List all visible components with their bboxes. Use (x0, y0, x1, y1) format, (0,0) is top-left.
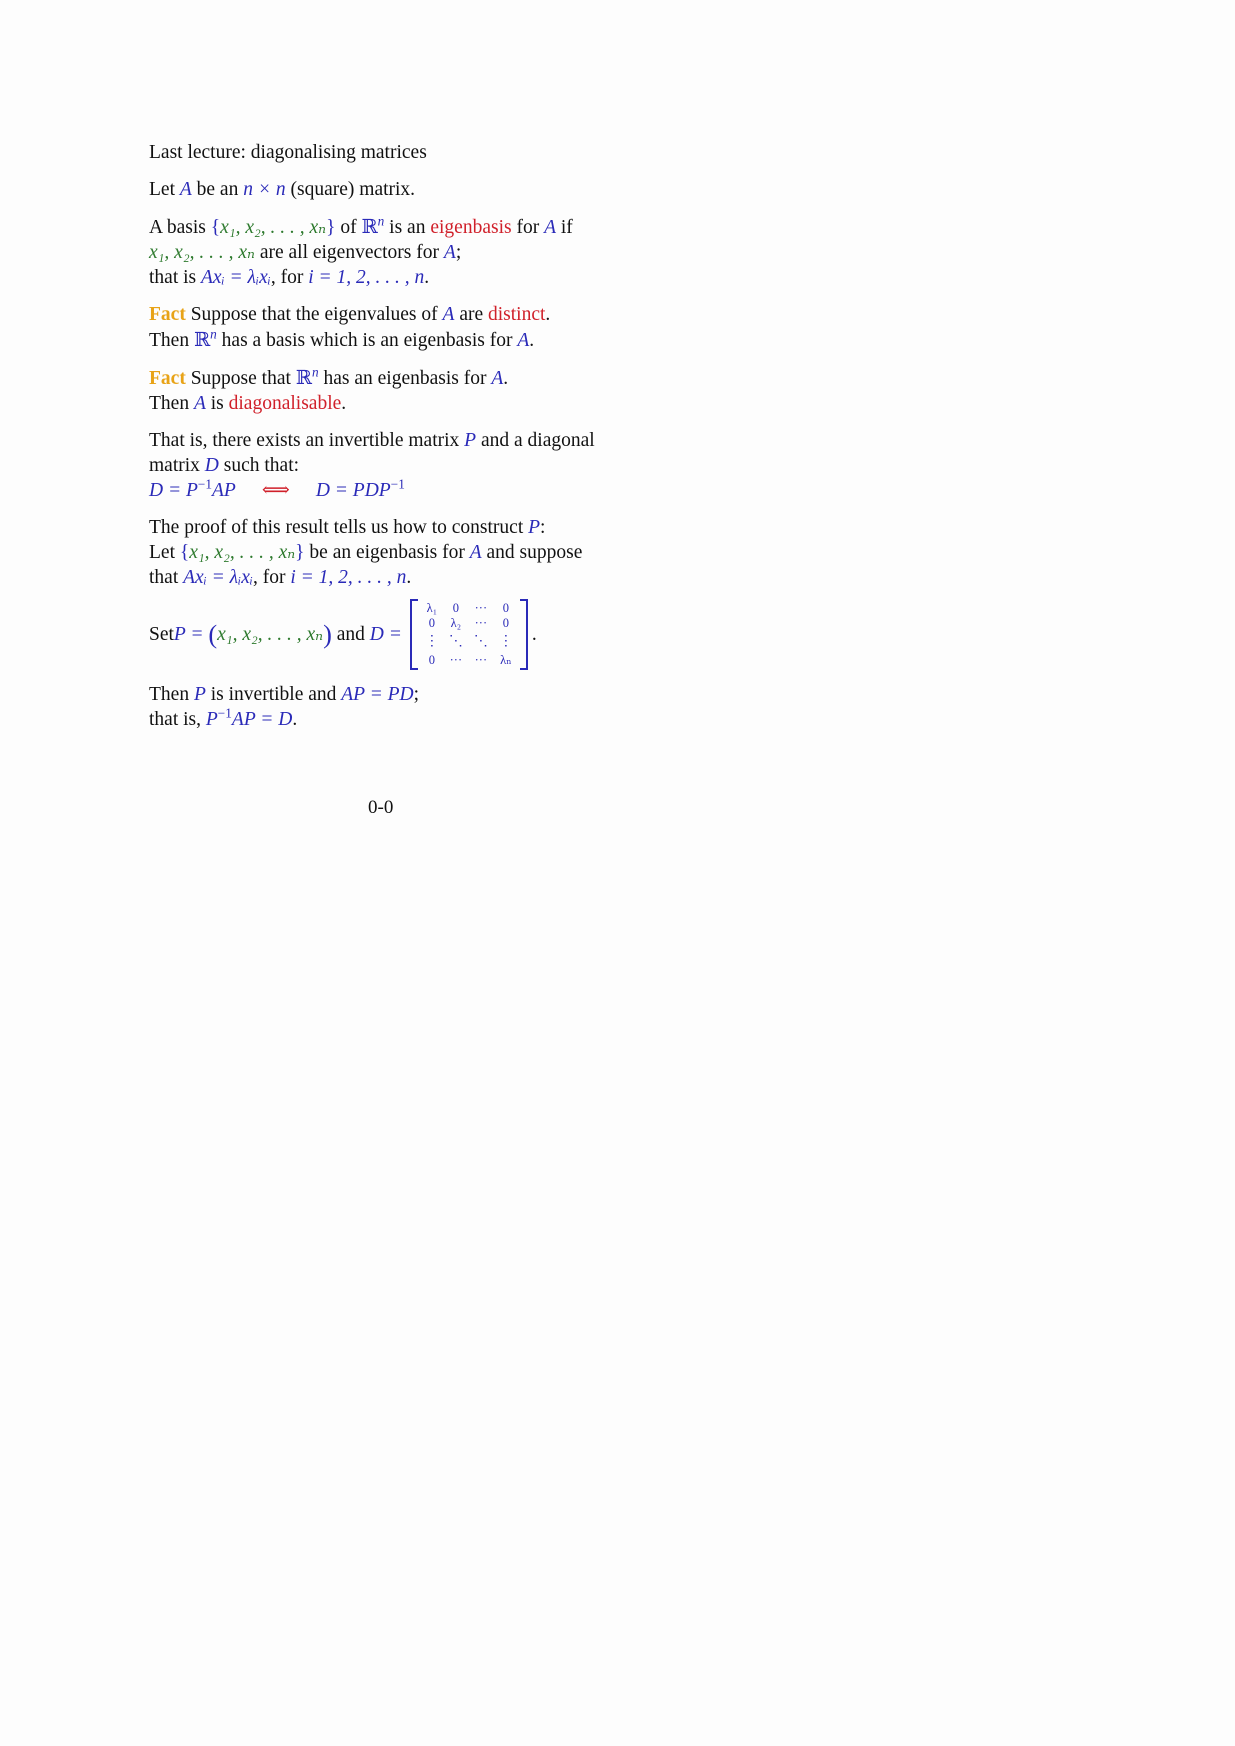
math-vector-set: x₁, x₂, . . . , xₙ (220, 217, 327, 238)
matrix-cell: ⋮ (424, 633, 439, 649)
definition-line-1: A basis {x₁, x₂, . . . , xₙ} of ℝn is an… (149, 213, 573, 238)
fact-2: Fact Suppose that ℝn has an eigenbasis f… (149, 364, 509, 414)
definition-line-2: x₁, x₂, . . . , xₙ are all eigenvectors … (149, 242, 462, 263)
matrix-grid: λ₁ 0 ··· 0 0 λ₂ ··· 0 ⋮ ⋱ ⋱ ⋮ 0 ··· ··· … (420, 601, 518, 668)
term-distinct: distinct (488, 304, 546, 325)
matrix-cell: ⋱ (473, 633, 488, 649)
page-number: 0-0 (368, 797, 394, 818)
math-Rn: ℝ (361, 215, 378, 238)
matrix-cell: 0 (428, 652, 436, 667)
fact-label: Fact (149, 304, 186, 325)
math-index-range: i = 1, 2, . . . , n (308, 267, 425, 288)
matrix-cell: ··· (474, 652, 488, 667)
slide-title: Last lecture: diagonalising matrices (149, 142, 427, 163)
matrix-cell: 0 (502, 600, 510, 615)
definition-line-3: that is Axᵢ = λᵢxᵢ, for i = 1, 2, . . . … (149, 267, 430, 288)
matrix-cell: λ₂ (450, 615, 462, 630)
math-eigen-equation: Axᵢ = λᵢxᵢ (201, 267, 271, 288)
existence-paragraph: That is, there exists an invertible matr… (149, 428, 629, 503)
matrix-cell: ··· (474, 600, 488, 615)
matrix-cell: ⋱ (448, 633, 463, 649)
equivalence-equation: D = P−1AP ⟺ D = PDP−1 (149, 476, 405, 501)
fact-1: Fact Suppose that the eigenvalues of A a… (149, 304, 551, 351)
intro-paragraph: Let A be an n × n (square) matrix. (149, 179, 416, 200)
iff-arrow-icon: ⟺ (261, 480, 290, 501)
math-column-vectors: x₁, x₂, . . . , xₙ (217, 623, 324, 645)
matrix-cell: ⋮ (498, 633, 513, 649)
slide-content: Last lecture: diagonalising matrices Let… (149, 140, 629, 744)
matrix-cell: ··· (449, 652, 463, 667)
math-vector-list: x₁, x₂, . . . , xₙ (149, 242, 255, 263)
matrix-cell: λ₁ (426, 600, 438, 615)
matrix-cell: 0 (428, 615, 436, 630)
matrix-cell: λₙ (500, 652, 512, 667)
fact-label: Fact (149, 368, 186, 389)
proof-paragraph: The proof of this result tells us how to… (149, 517, 583, 588)
math-n-by-n: n × n (243, 179, 286, 200)
term-diagonalisable: diagonalisable (228, 393, 342, 414)
set-P-and-D: Set P = (x₁, x₂, . . . , xₙ) and D = λ₁ … (149, 594, 629, 674)
matrix-cell: 0 (502, 615, 510, 630)
term-eigenbasis: eigenbasis (430, 217, 512, 238)
matrix-cell: 0 (452, 600, 460, 615)
diagonal-matrix: λ₁ 0 ··· 0 0 λ₂ ··· 0 ⋮ ⋱ ⋱ ⋮ 0 ··· ··· … (409, 598, 528, 670)
math-A: A (179, 179, 192, 200)
matrix-cell: ··· (474, 615, 488, 630)
conclusion-paragraph: Then P is invertible and AP = PD; that i… (149, 684, 420, 730)
eigenbasis-definition: A basis {x₁, x₂, . . . , xₙ} of ℝn is an… (149, 214, 629, 290)
